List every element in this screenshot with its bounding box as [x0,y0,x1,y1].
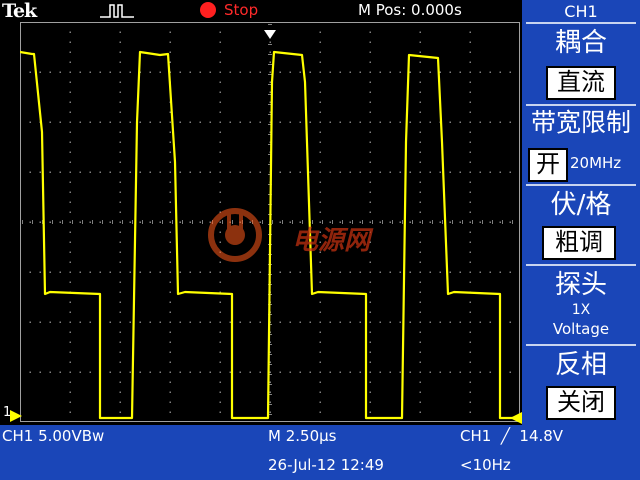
stop-indicator-icon [200,2,216,18]
bandwidth-limit-value: 开 [528,148,568,182]
invert-label: 反相 [554,350,607,380]
trigger-level-marker-icon [510,412,522,424]
channel-menu: CH1 耦合 直流 带宽限制 开 20MHz 伏/格 粗调 探头 1X Volt… [522,0,640,425]
probe-type: Voltage [552,320,610,338]
probe-ratio: 1X [571,302,591,318]
volts-div-menu-item[interactable]: 伏/格 粗调 [522,186,640,264]
trigger-info: CH1 ╱ 14.8V [460,427,564,445]
brand-logo: Tek [2,0,37,22]
probe-label: 探头 [554,270,607,300]
bottom-status-bar: CH1 5.00VBw M 2.50µs CH1 ╱ 14.8V 26-Jul-… [0,425,640,480]
ch1-scale: CH1 5.00VBw [2,427,105,445]
coupling-label: 耦合 [554,28,607,58]
ch1-ground-marker-icon [10,410,22,422]
bandwidth-limit-menu-item[interactable]: 带宽限制 开 20MHz [522,106,640,184]
menu-title: CH1 [564,2,598,21]
invert-value: 关闭 [546,386,616,420]
trigger-position-marker-icon [264,30,276,39]
coupling-value: 直流 [546,66,616,100]
volts-div-label: 伏/格 [550,190,612,220]
probe-menu-item[interactable]: 探头 1X Voltage [522,266,640,344]
timebase: M 2.50µs [268,427,337,445]
invert-menu-item[interactable]: 反相 关闭 [522,346,640,424]
trigger-frequency: <10Hz [460,456,511,474]
acquisition-state: Stop [224,1,259,19]
bandwidth-frequency: 20MHz [570,154,622,172]
pulse-trigger-icon [100,4,134,18]
bandwidth-limit-label: 带宽限制 [530,108,631,137]
date-time: 26-Jul-12 12:49 [268,456,384,474]
watermark-text: 电源网 [292,226,371,256]
volts-div-value: 粗调 [542,226,616,260]
horizontal-position: M Pos: 0.000s [358,1,462,19]
coupling-menu-item[interactable]: 耦合 直流 [522,24,640,104]
